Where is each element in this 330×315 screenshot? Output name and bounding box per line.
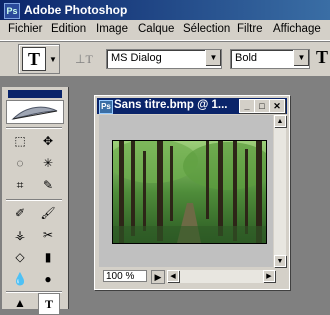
toolbox-divider <box>6 199 62 201</box>
brush-tool-icon[interactable]: 🖌 <box>38 203 58 223</box>
menu-filtre[interactable]: Filtre <box>237 23 263 35</box>
type-tool-icon[interactable]: T <box>38 293 60 315</box>
photoshop-app-icon: Ps <box>4 3 20 19</box>
path-selection-tool-icon[interactable]: ▲ <box>10 293 30 313</box>
canvas-area[interactable] <box>99 115 273 267</box>
menu-image[interactable]: Image <box>96 23 128 35</box>
font-style-select[interactable]: Bold ▼ <box>230 49 310 69</box>
dodge-tool-icon[interactable]: ● <box>38 269 58 289</box>
menu-calque[interactable]: Calque <box>138 23 174 35</box>
scroll-up-icon[interactable]: ▲ <box>274 115 286 127</box>
document-title-bar[interactable]: Ps Sans titre.bmp @ 1... _ □ ✕ <box>97 98 287 114</box>
text-orientation-icon[interactable]: ⊥T <box>75 52 93 67</box>
horizontal-scrollbar[interactable]: ◀ ▶ <box>167 270 275 283</box>
font-family-select[interactable]: MS Dialog ▼ <box>106 49 222 69</box>
marquee-tool-icon[interactable]: ⬚ <box>10 131 30 151</box>
scroll-down-icon[interactable]: ▼ <box>274 255 286 267</box>
tool-preset-picker[interactable]: T ▼ <box>18 44 60 74</box>
font-style-value: Bold <box>235 52 258 64</box>
maximize-icon[interactable]: □ <box>254 99 270 113</box>
zoom-field[interactable]: 100 % <box>103 270 147 282</box>
document-status-bar: 100 % ▶ ◀ ▶ <box>99 269 286 285</box>
menu-edition[interactable]: Edition <box>51 23 86 35</box>
close-icon[interactable]: ✕ <box>269 99 285 113</box>
magic-wand-tool-icon[interactable]: ✳ <box>38 153 58 173</box>
eraser-tool-icon[interactable]: ◇ <box>10 247 30 267</box>
app-title-bar: Ps Adobe Photoshop <box>0 0 330 20</box>
document-icon: Ps <box>99 100 113 114</box>
menu-fichier[interactable]: Fichier <box>8 23 43 35</box>
document-title: Sans titre.bmp @ 1... <box>114 99 228 111</box>
menu-affichage[interactable]: Affichage <box>273 23 321 35</box>
gradient-tool-icon[interactable]: ▮ <box>38 247 58 267</box>
blur-tool-icon[interactable]: 💧 <box>10 269 30 289</box>
chevron-down-icon[interactable]: ▼ <box>205 50 221 66</box>
options-bar: T ▼ ⊥T MS Dialog ▼ Bold ▼ T <box>0 41 330 76</box>
toolbox: ⬚ ✥ ◌ ✳ ⌗ ✎ ✐ 🖌 ⚶ ✂ ◇ ▮ 💧 ● ▲ T <box>2 87 69 315</box>
crop-tool-icon[interactable]: ⌗ <box>10 175 30 195</box>
scroll-left-icon[interactable]: ◀ <box>167 270 179 282</box>
clone-stamp-tool-icon[interactable]: ⚶ <box>10 225 30 245</box>
chevron-down-icon: ▼ <box>49 55 57 64</box>
font-family-value: MS Dialog <box>111 52 162 64</box>
status-menu-icon[interactable]: ▶ <box>151 270 165 284</box>
document-window: Ps Sans titre.bmp @ 1... _ □ ✕ ▲ ▼ 100 %… <box>94 95 290 290</box>
menu-bar: Fichier Edition Image Calque Sélection F… <box>0 20 330 41</box>
minimize-icon[interactable]: _ <box>239 99 255 113</box>
feather-logo-icon <box>6 100 64 124</box>
move-tool-icon[interactable]: ✥ <box>38 131 58 151</box>
toolbox-title-bar[interactable] <box>8 90 62 98</box>
type-tool-icon: T <box>22 47 46 71</box>
forest-photo <box>108 139 273 244</box>
scroll-right-icon[interactable]: ▶ <box>263 270 275 282</box>
vertical-scrollbar[interactable]: ▲ ▼ <box>274 115 286 267</box>
app-title: Adobe Photoshop <box>24 3 128 17</box>
slice-tool-icon[interactable]: ✎ <box>38 175 58 195</box>
toolbox-divider <box>6 127 62 129</box>
healing-brush-tool-icon[interactable]: ✐ <box>10 203 30 223</box>
history-brush-tool-icon[interactable]: ✂ <box>38 225 58 245</box>
type-tool-icon[interactable]: T <box>316 47 330 71</box>
lasso-tool-icon[interactable]: ◌ <box>10 153 30 173</box>
menu-selection[interactable]: Sélection <box>183 23 230 35</box>
chevron-down-icon[interactable]: ▼ <box>293 50 309 66</box>
